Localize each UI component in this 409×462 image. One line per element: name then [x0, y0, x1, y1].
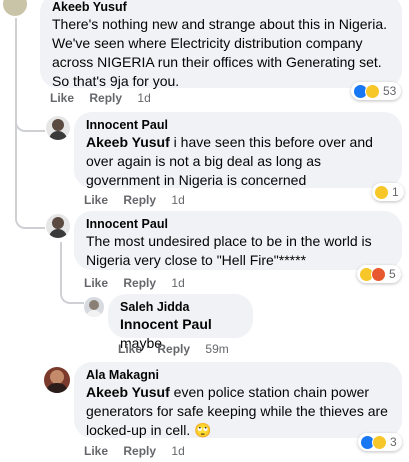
haha-reaction-icon — [374, 184, 389, 200]
comment-bubble: Innocent Paul Akeeb Yusuf i have seen th… — [74, 112, 402, 188]
reaction-summary[interactable]: 5 — [357, 265, 401, 283]
thread-line — [60, 242, 62, 292]
comment-time[interactable]: 1d — [137, 91, 150, 105]
comment-actions: Like Reply 59m — [118, 342, 229, 356]
comment-mention[interactable]: Akeeb Yusuf — [86, 134, 170, 150]
comment-bubble: Akeeb Yusuf There's nothing new and stra… — [40, 0, 402, 89]
comment-bubble: Saleh Jidda Innocent Paul maybe — [108, 294, 253, 351]
reply-button[interactable]: Reply — [89, 91, 122, 105]
avatar-innocent-paul[interactable] — [46, 214, 70, 238]
avatar-saleh-jidda[interactable] — [84, 297, 104, 317]
angry-reaction-icon — [371, 266, 386, 282]
comment-text: There's nothing new and strange about th… — [52, 16, 387, 89]
thread-connector — [15, 207, 45, 229]
comment-actions: Like Reply 1d — [84, 444, 185, 458]
reply-button[interactable]: Reply — [123, 276, 156, 290]
thread-connector — [60, 288, 84, 304]
haha-reaction-icon — [372, 434, 387, 450]
reaction-summary[interactable]: 53 — [351, 82, 402, 100]
comment-author[interactable]: Innocent Paul — [86, 217, 390, 232]
comment-mention[interactable]: Innocent Paul — [120, 316, 212, 332]
comment-text-line: Akeeb Yusuf even police station chain po… — [86, 383, 390, 440]
comment-text: The most undesired place to be in the wo… — [86, 233, 372, 268]
comment-author[interactable]: Ala Makagni — [86, 368, 390, 383]
like-button[interactable]: Like — [84, 276, 108, 290]
comment-actions: Like Reply 1d — [84, 276, 185, 290]
comment-author[interactable]: Innocent Paul — [86, 118, 390, 133]
avatar-ala-makagni[interactable] — [44, 367, 70, 393]
reaction-count: 53 — [383, 84, 397, 98]
comment-time[interactable]: 1d — [171, 193, 184, 207]
comment-text-line: Akeeb Yusuf i have seen this before over… — [86, 133, 390, 190]
reply-button[interactable]: Reply — [123, 444, 156, 458]
reaction-summary[interactable]: 1 — [372, 183, 404, 201]
like-button[interactable]: Like — [118, 342, 142, 356]
like-button[interactable]: Like — [50, 91, 74, 105]
avatar-innocent-paul[interactable] — [46, 116, 70, 140]
comment-mention[interactable]: Akeeb Yusuf — [86, 384, 170, 400]
comment-time[interactable]: 1d — [171, 444, 184, 458]
comment-time[interactable]: 59m — [205, 342, 228, 356]
comment-actions: Like Reply 1d — [50, 91, 151, 105]
comment-bubble: Innocent Paul The most undesired place t… — [74, 211, 402, 270]
comment-bubble: Ala Makagni Akeeb Yusuf even police stat… — [74, 362, 402, 438]
reaction-count: 1 — [392, 185, 399, 199]
comment-actions: Like Reply 1d — [84, 193, 185, 207]
haha-reaction-icon — [365, 83, 380, 99]
comment-author[interactable]: Saleh Jidda — [120, 300, 241, 315]
reaction-count: 5 — [389, 267, 396, 281]
thread-connector — [15, 114, 45, 132]
comment-time[interactable]: 1d — [171, 276, 184, 290]
reaction-summary[interactable]: 3 — [358, 433, 402, 451]
like-button[interactable]: Like — [84, 193, 108, 207]
comment-author[interactable]: Akeeb Yusuf — [52, 0, 390, 15]
reply-button[interactable]: Reply — [157, 342, 190, 356]
reply-button[interactable]: Reply — [123, 193, 156, 207]
like-button[interactable]: Like — [84, 444, 108, 458]
reaction-count: 3 — [390, 435, 397, 449]
avatar-akeeb-yusuf[interactable] — [3, 0, 27, 16]
